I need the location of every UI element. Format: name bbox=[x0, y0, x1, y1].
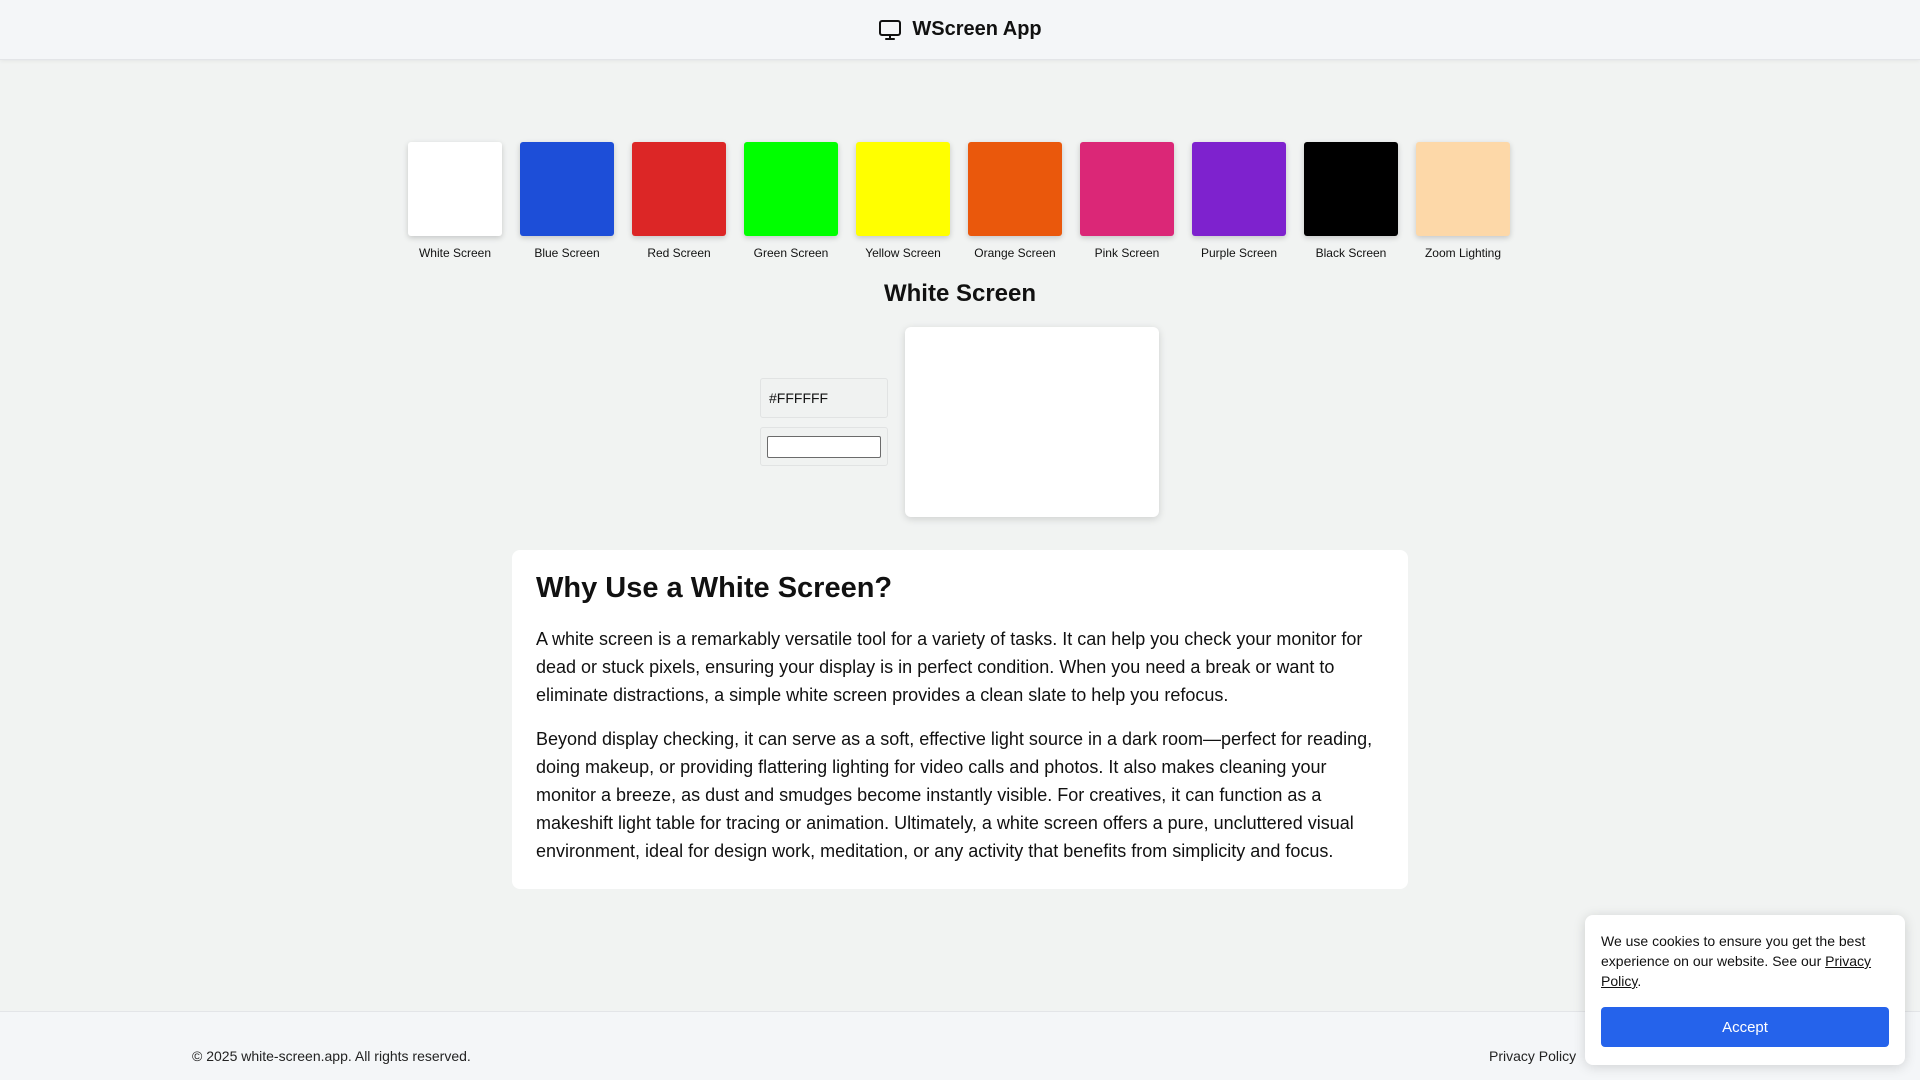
color-swatch-white-screen[interactable]: White Screen bbox=[408, 142, 502, 260]
color-swatch-yellow-screen[interactable]: Yellow Screen bbox=[856, 142, 950, 260]
swatch-color-box[interactable] bbox=[1192, 142, 1286, 236]
swatch-label: Orange Screen bbox=[974, 246, 1056, 260]
swatch-label: Black Screen bbox=[1315, 246, 1387, 260]
color-swatch-black-screen[interactable]: Black Screen bbox=[1304, 142, 1398, 260]
swatch-color-box[interactable] bbox=[1416, 142, 1510, 236]
monitor-icon bbox=[879, 19, 902, 40]
color-swatch-green-screen[interactable]: Green Screen bbox=[744, 142, 838, 260]
color-swatch-purple-screen[interactable]: Purple Screen bbox=[1192, 142, 1286, 260]
swatch-color-box[interactable] bbox=[1080, 142, 1174, 236]
color-swatch-zoom-lighting[interactable]: Zoom Lighting bbox=[1416, 142, 1510, 260]
article-heading: Why Use a White Screen? bbox=[536, 572, 893, 604]
swatch-label: Red Screen bbox=[647, 246, 711, 260]
color-swatch-list: White Screen Blue Screen Red Screen Green S… bbox=[408, 142, 1510, 260]
hex-color-input[interactable] bbox=[760, 378, 888, 418]
swatch-label: Purple Screen bbox=[1200, 246, 1278, 260]
accept-cookies-button[interactable]: Accept bbox=[1601, 1007, 1889, 1047]
page-title: White Screen bbox=[883, 280, 1037, 307]
swatch-label: Yellow Screen bbox=[865, 246, 941, 260]
cookie-text-suffix: . bbox=[1637, 973, 1642, 989]
swatch-label: White Screen bbox=[418, 246, 492, 260]
swatch-color-box[interactable] bbox=[408, 142, 502, 236]
footer-privacy-link[interactable]: Privacy Policy bbox=[1489, 1048, 1576, 1064]
cookie-message: We use cookies to ensure you get the bes… bbox=[1601, 931, 1889, 991]
swatch-color-box[interactable] bbox=[1304, 142, 1398, 236]
swatch-color-box[interactable] bbox=[856, 142, 950, 236]
swatch-color-box[interactable] bbox=[968, 142, 1062, 236]
copyright-text: © 2025 white-screen.app. All rights rese… bbox=[192, 1048, 471, 1064]
color-picker-swatch[interactable] bbox=[767, 435, 881, 458]
app-title: WScreen App bbox=[912, 18, 1042, 40]
swatch-color-box[interactable] bbox=[520, 142, 614, 236]
brand[interactable]: WScreen App bbox=[878, 18, 1042, 42]
swatch-label: Green Screen bbox=[753, 246, 829, 260]
swatch-label: Pink Screen bbox=[1094, 246, 1160, 260]
info-article: Why Use a White Screen? A white screen i… bbox=[512, 550, 1408, 889]
color-preview[interactable] bbox=[905, 327, 1159, 517]
color-swatch-red-screen[interactable]: Red Screen bbox=[632, 142, 726, 260]
swatch-label: Zoom Lighting bbox=[1424, 246, 1502, 260]
cookie-banner: We use cookies to ensure you get the bes… bbox=[1585, 915, 1905, 1065]
swatch-label: Blue Screen bbox=[534, 246, 600, 260]
color-swatch-orange-screen[interactable]: Orange Screen bbox=[968, 142, 1062, 260]
article-paragraph: A white screen is a remarkably versatile… bbox=[536, 629, 1363, 705]
top-bar: WScreen App bbox=[0, 0, 1920, 60]
color-swatch-blue-screen[interactable]: Blue Screen bbox=[520, 142, 614, 260]
swatch-color-box[interactable] bbox=[632, 142, 726, 236]
article-paragraph: Beyond display checking, it can serve as… bbox=[536, 729, 1373, 861]
swatch-color-box[interactable] bbox=[744, 142, 838, 236]
color-swatch-pink-screen[interactable]: Pink Screen bbox=[1080, 142, 1174, 260]
color-controls bbox=[760, 378, 888, 466]
color-picker[interactable] bbox=[760, 427, 888, 466]
